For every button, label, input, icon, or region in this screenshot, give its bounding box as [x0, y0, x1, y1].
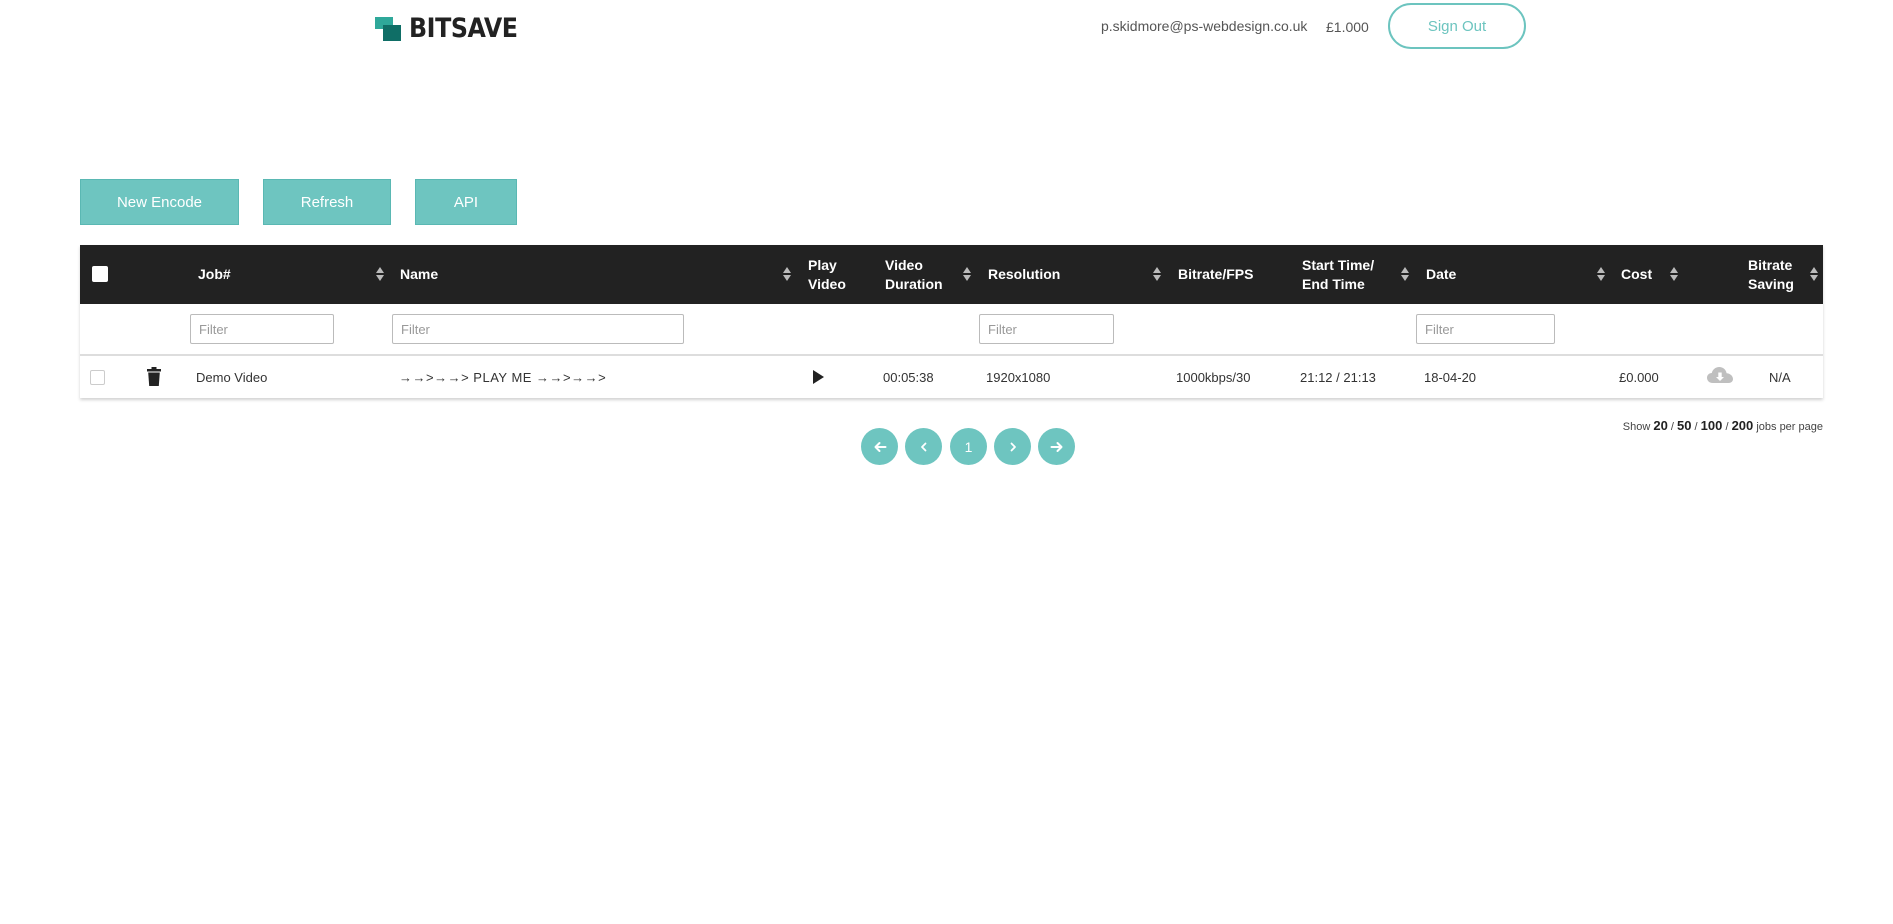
row-checkbox[interactable] [90, 370, 105, 385]
page-size-200[interactable]: 200 [1732, 418, 1754, 433]
sign-out-button[interactable]: Sign Out [1388, 3, 1526, 49]
col-duration-header[interactable]: Video Duration [885, 245, 943, 304]
sort-icon[interactable] [1153, 267, 1161, 282]
api-button[interactable]: API [415, 179, 517, 225]
name-cell: →→>→→> PLAY ME →→>→→> [399, 369, 607, 385]
date-cell: 18-04-20 [1424, 369, 1477, 385]
first-page-button[interactable] [861, 428, 898, 465]
page-number-button[interactable]: 1 [950, 428, 987, 465]
chevron-left-icon [920, 442, 926, 451]
refresh-button[interactable]: Refresh [263, 179, 391, 225]
job-filter-input[interactable] [190, 314, 334, 344]
col-job-header[interactable]: Job# [198, 245, 231, 304]
table-row[interactable]: Demo Video →→>→→> PLAY ME →→>→→> 00:05:3… [80, 356, 1823, 398]
next-page-button[interactable] [994, 428, 1031, 465]
sort-icon[interactable] [783, 267, 791, 282]
logo-text: BITSAVE [409, 13, 518, 44]
job-cell: Demo Video [196, 369, 268, 385]
bitrate-saving-cell: N/A [1769, 369, 1791, 385]
page-size-100[interactable]: 100 [1701, 418, 1723, 433]
sort-icon[interactable] [1401, 267, 1409, 282]
duration-cell: 00:05:38 [883, 369, 934, 385]
sort-icon[interactable] [1670, 267, 1678, 282]
col-resolution-header[interactable]: Resolution [988, 245, 1060, 304]
col-date-header[interactable]: Date [1426, 245, 1456, 304]
name-filter-input[interactable] [392, 314, 684, 344]
page-size-20[interactable]: 20 [1653, 418, 1667, 433]
filter-row [80, 304, 1823, 356]
col-cost-header[interactable]: Cost [1621, 245, 1652, 304]
col-start-end-header[interactable]: Start Time/End Time [1302, 245, 1374, 304]
chevron-right-icon [1010, 442, 1016, 451]
col-name-header[interactable]: Name [400, 245, 438, 304]
col-bitrate-fps-header: Bitrate/FPS [1178, 266, 1254, 282]
cloud-download-icon[interactable] [1707, 366, 1733, 386]
select-all-checkbox[interactable] [92, 266, 108, 282]
resolution-cell: 1920x1080 [986, 369, 1051, 385]
previous-page-button[interactable] [905, 428, 942, 465]
resolution-filter-input[interactable] [979, 314, 1114, 344]
last-page-button[interactable] [1038, 428, 1075, 465]
bitsave-logo[interactable]: BITSAVE [375, 13, 532, 44]
col-play-header: Play Video [808, 256, 846, 292]
page-size-selector: Show 20 / 50 / 100 / 200 jobs per page [1622, 418, 1823, 433]
bitrate-fps-cell: 1000kbps/30 [1176, 369, 1251, 385]
cost-cell: £0.000 [1619, 369, 1659, 385]
trash-icon[interactable] [147, 367, 161, 386]
new-encode-button[interactable]: New Encode [80, 179, 239, 225]
sort-icon[interactable] [1597, 267, 1605, 282]
sort-icon[interactable] [376, 267, 384, 282]
account-balance: £1.000 [1326, 19, 1369, 35]
page-size-50[interactable]: 50 [1677, 418, 1691, 433]
logo-mark-icon [375, 16, 401, 41]
arrow-right-icon [1050, 441, 1062, 452]
date-filter-input[interactable] [1416, 314, 1555, 344]
start-end-cell: 21:12 / 21:13 [1300, 369, 1376, 385]
table-header: Job# Name Play Video Video Duration Resolu… [80, 245, 1823, 304]
sort-icon[interactable] [963, 267, 971, 282]
arrow-left-icon [874, 441, 886, 452]
sort-icon[interactable] [1810, 267, 1818, 282]
jobs-table: Job# Name Play Video Video Duration Resolu… [80, 245, 1823, 398]
col-bitrate-saving-header[interactable]: Bitrate Saving [1748, 245, 1794, 304]
user-email: p.skidmore@ps-webdesign.co.uk [1101, 18, 1308, 34]
play-icon[interactable] [813, 370, 824, 384]
